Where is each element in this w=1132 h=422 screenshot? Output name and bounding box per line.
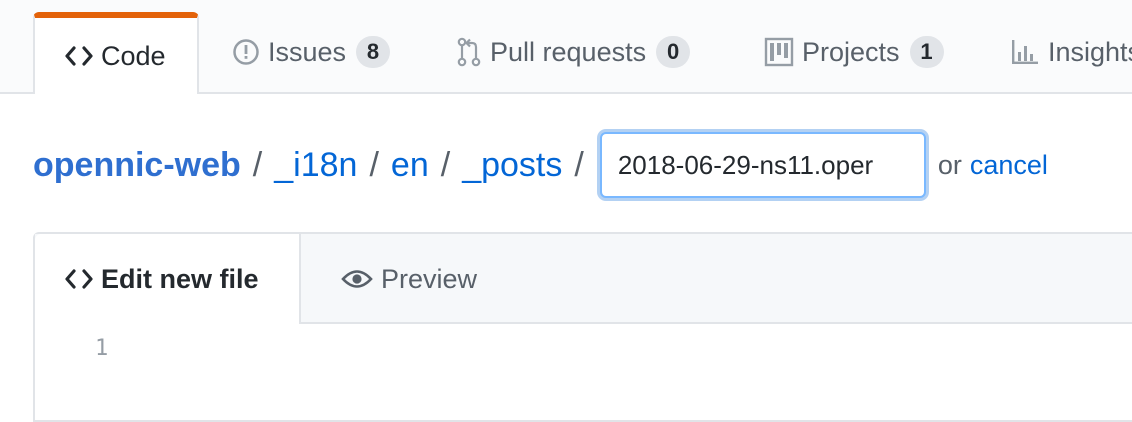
tab-preview-label: Preview: [381, 263, 478, 294]
projects-counter: 1: [909, 36, 944, 68]
tab-pull-requests[interactable]: Pull requests 0: [456, 12, 691, 92]
tab-preview[interactable]: Preview: [341, 234, 477, 324]
or-text: or: [937, 149, 962, 180]
breadcrumb-separator: /: [574, 145, 584, 184]
eye-icon: [341, 268, 373, 290]
file-editor: Edit new file Preview 1: [33, 232, 1132, 422]
tab-projects-label: Projects: [802, 36, 900, 67]
issue-opened-icon: [232, 38, 260, 66]
breadcrumb-en-link[interactable]: en: [391, 146, 429, 185]
repo-nav: Code Issues 8 Pull requests 0 Projects 1…: [0, 0, 1132, 94]
breadcrumb-repo-link[interactable]: opennic-web: [33, 146, 241, 185]
breadcrumb-i18n-link[interactable]: _i18n: [274, 146, 357, 185]
graph-icon: [1010, 38, 1040, 66]
cancel-link[interactable]: cancel: [970, 150, 1048, 181]
issues-counter: 8: [356, 36, 391, 68]
tab-code[interactable]: Code: [33, 12, 199, 94]
tab-edit-new-file-label: Edit new file: [101, 263, 259, 294]
tab-insights-label: Insights: [1048, 36, 1132, 67]
breadcrumb-separator: /: [440, 145, 451, 184]
editor-tabs: Edit new file Preview: [35, 234, 1132, 324]
git-pull-request-icon: [456, 37, 482, 67]
code-icon: [65, 45, 93, 67]
tab-projects[interactable]: Projects 1: [764, 12, 944, 92]
tab-pull-requests-label: Pull requests: [490, 36, 647, 67]
project-icon: [764, 37, 794, 67]
tab-insights[interactable]: Insights: [1010, 12, 1132, 92]
tab-issues[interactable]: Issues 8: [232, 12, 391, 92]
breadcrumb: opennic-web / _i18n / en / _posts / or c…: [33, 128, 1048, 202]
code-icon: [65, 268, 93, 290]
line-number: 1: [95, 336, 109, 361]
filename-input[interactable]: [599, 132, 926, 198]
tab-issues-label: Issues: [268, 36, 347, 67]
breadcrumb-separator: /: [369, 145, 379, 184]
breadcrumb-separator: /: [252, 145, 263, 184]
pull-requests-counter: 0: [656, 36, 691, 68]
tab-code-label: Code: [101, 40, 166, 71]
breadcrumb-posts-link[interactable]: _posts: [462, 146, 562, 185]
tab-edit-new-file[interactable]: Edit new file: [35, 234, 301, 324]
